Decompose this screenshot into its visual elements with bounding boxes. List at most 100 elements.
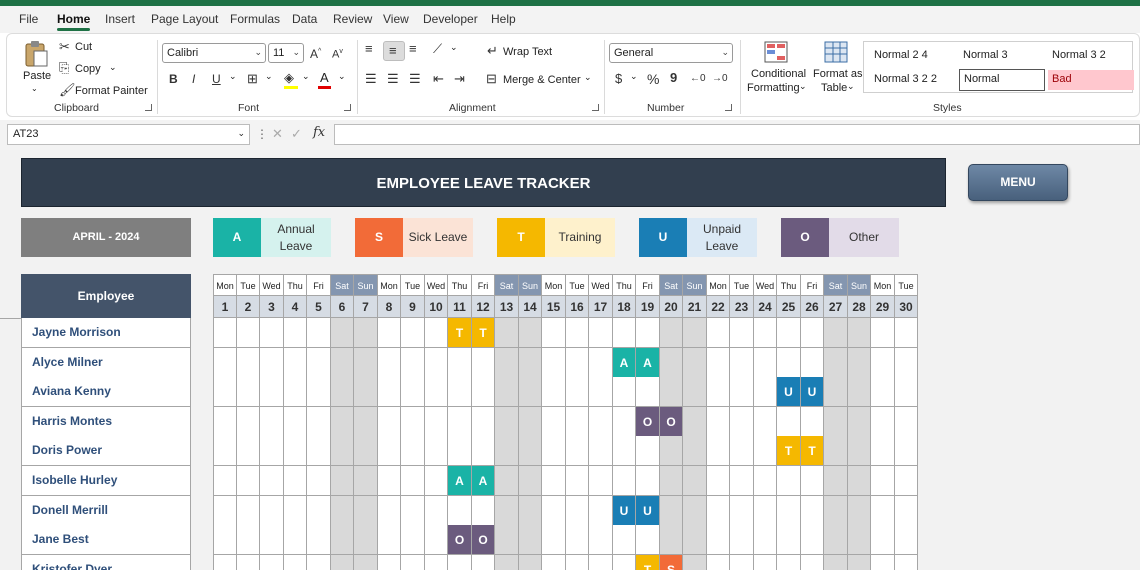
calendar-cell[interactable]	[895, 377, 918, 407]
calendar-cell[interactable]	[213, 348, 237, 378]
calendar-cell[interactable]	[542, 466, 566, 496]
calendar-cell[interactable]	[895, 496, 918, 526]
calendar-cell[interactable]	[801, 407, 824, 437]
calendar-cell[interactable]	[331, 496, 354, 526]
style-normal-2-4[interactable]: Normal 2 4	[870, 46, 956, 66]
calendar-cell[interactable]	[801, 466, 824, 496]
calendar-cell[interactable]	[566, 466, 589, 496]
calendar-cell[interactable]	[307, 348, 331, 378]
leave-cell[interactable]: U	[636, 496, 660, 526]
align-left-icon[interactable]: ☰	[365, 72, 377, 86]
calendar-cell[interactable]	[542, 407, 566, 437]
number-launcher-icon[interactable]	[725, 104, 732, 111]
calendar-cell[interactable]	[754, 525, 777, 555]
calendar-cell[interactable]	[472, 436, 495, 466]
currency-button[interactable]: $	[615, 72, 622, 86]
calendar-cell[interactable]	[848, 466, 871, 496]
calendar-cell[interactable]	[707, 318, 730, 348]
calendar-cell[interactable]	[895, 466, 918, 496]
calendar-cell[interactable]	[425, 466, 448, 496]
font-color-dropdown-icon[interactable]: ⌄	[338, 71, 346, 82]
calendar-cell[interactable]	[542, 348, 566, 378]
employee-name[interactable]: Isobelle Hurley	[21, 466, 191, 496]
calendar-cell[interactable]	[707, 466, 730, 496]
font-color-icon[interactable]: A	[320, 71, 329, 85]
tab-home[interactable]: Home	[57, 12, 91, 31]
calendar-cell[interactable]	[566, 496, 589, 526]
calendar-cell[interactable]	[401, 525, 425, 555]
calendar-cell[interactable]	[730, 407, 754, 437]
calendar-cell[interactable]	[613, 318, 636, 348]
leave-cell[interactable]: A	[472, 466, 495, 496]
calendar-cell[interactable]	[848, 496, 871, 526]
calendar-cell[interactable]	[871, 407, 895, 437]
calendar-cell[interactable]	[401, 318, 425, 348]
calendar-cell[interactable]	[801, 525, 824, 555]
calendar-cell[interactable]	[660, 436, 683, 466]
calendar-cell[interactable]	[448, 436, 472, 466]
calendar-cell[interactable]	[871, 466, 895, 496]
calendar-cell[interactable]	[284, 466, 307, 496]
merge-center-button[interactable]: Merge & Center	[503, 74, 581, 86]
calendar-cell[interactable]	[660, 525, 683, 555]
calendar-cell[interactable]	[260, 555, 284, 570]
formula-input[interactable]	[334, 124, 1140, 145]
calendar-cell[interactable]	[871, 348, 895, 378]
calendar-cell[interactable]	[777, 496, 801, 526]
calendar-cell[interactable]	[519, 407, 542, 437]
calendar-cell[interactable]	[848, 348, 871, 378]
calendar-cell[interactable]	[284, 377, 307, 407]
calendar-cell[interactable]	[237, 436, 260, 466]
calendar-cell[interactable]	[848, 436, 871, 466]
calendar-cell[interactable]	[519, 348, 542, 378]
calendar-cell[interactable]	[613, 466, 636, 496]
currency-dropdown-icon[interactable]: ⌄	[630, 71, 638, 82]
align-middle-button[interactable]: ≡	[383, 41, 405, 61]
calendar-cell[interactable]	[707, 436, 730, 466]
calendar-cell[interactable]	[777, 407, 801, 437]
alignment-launcher-icon[interactable]	[592, 104, 599, 111]
calendar-cell[interactable]	[213, 436, 237, 466]
conditional-formatting-button[interactable]: Conditional Formatting ⌄	[745, 40, 807, 96]
calendar-cell[interactable]	[707, 555, 730, 570]
calendar-cell[interactable]	[871, 436, 895, 466]
calendar-cell[interactable]	[824, 318, 848, 348]
calendar-cell[interactable]	[895, 348, 918, 378]
employee-name[interactable]: Doris Power	[21, 436, 191, 466]
calendar-cell[interactable]	[848, 525, 871, 555]
style-normal[interactable]: Normal	[959, 69, 1045, 91]
calendar-cell[interactable]	[777, 555, 801, 570]
calendar-cell[interactable]	[307, 377, 331, 407]
calendar-cell[interactable]	[754, 318, 777, 348]
more-options-icon[interactable]: ⋮	[256, 127, 268, 141]
calendar-cell[interactable]	[307, 318, 331, 348]
calendar-cell[interactable]	[354, 318, 378, 348]
calendar-cell[interactable]	[237, 407, 260, 437]
calendar-cell[interactable]	[448, 377, 472, 407]
calendar-cell[interactable]	[448, 407, 472, 437]
leave-cell[interactable]: O	[660, 407, 683, 437]
calendar-cell[interactable]	[354, 496, 378, 526]
tab-file[interactable]: File	[19, 12, 38, 26]
calendar-cell[interactable]	[519, 466, 542, 496]
employee-name[interactable]: Kristofer Dyer	[21, 555, 191, 570]
increase-font-size-icon[interactable]: A^	[310, 45, 321, 61]
calendar-cell[interactable]	[425, 525, 448, 555]
calendar-cell[interactable]	[354, 348, 378, 378]
calendar-cell[interactable]	[260, 407, 284, 437]
calendar-cell[interactable]	[871, 377, 895, 407]
leave-cell[interactable]: T	[448, 318, 472, 348]
calendar-cell[interactable]	[378, 555, 401, 570]
calendar-cell[interactable]	[260, 496, 284, 526]
tab-view[interactable]: View	[383, 12, 409, 26]
calendar-cell[interactable]	[354, 525, 378, 555]
calendar-cell[interactable]	[777, 348, 801, 378]
calendar-cell[interactable]	[354, 407, 378, 437]
calendar-cell[interactable]	[401, 496, 425, 526]
employee-name[interactable]: Donell Merrill	[21, 496, 191, 526]
calendar-cell[interactable]	[378, 348, 401, 378]
calendar-cell[interactable]	[519, 318, 542, 348]
calendar-cell[interactable]	[519, 496, 542, 526]
calendar-cell[interactable]	[354, 377, 378, 407]
calendar-cell[interactable]	[425, 318, 448, 348]
